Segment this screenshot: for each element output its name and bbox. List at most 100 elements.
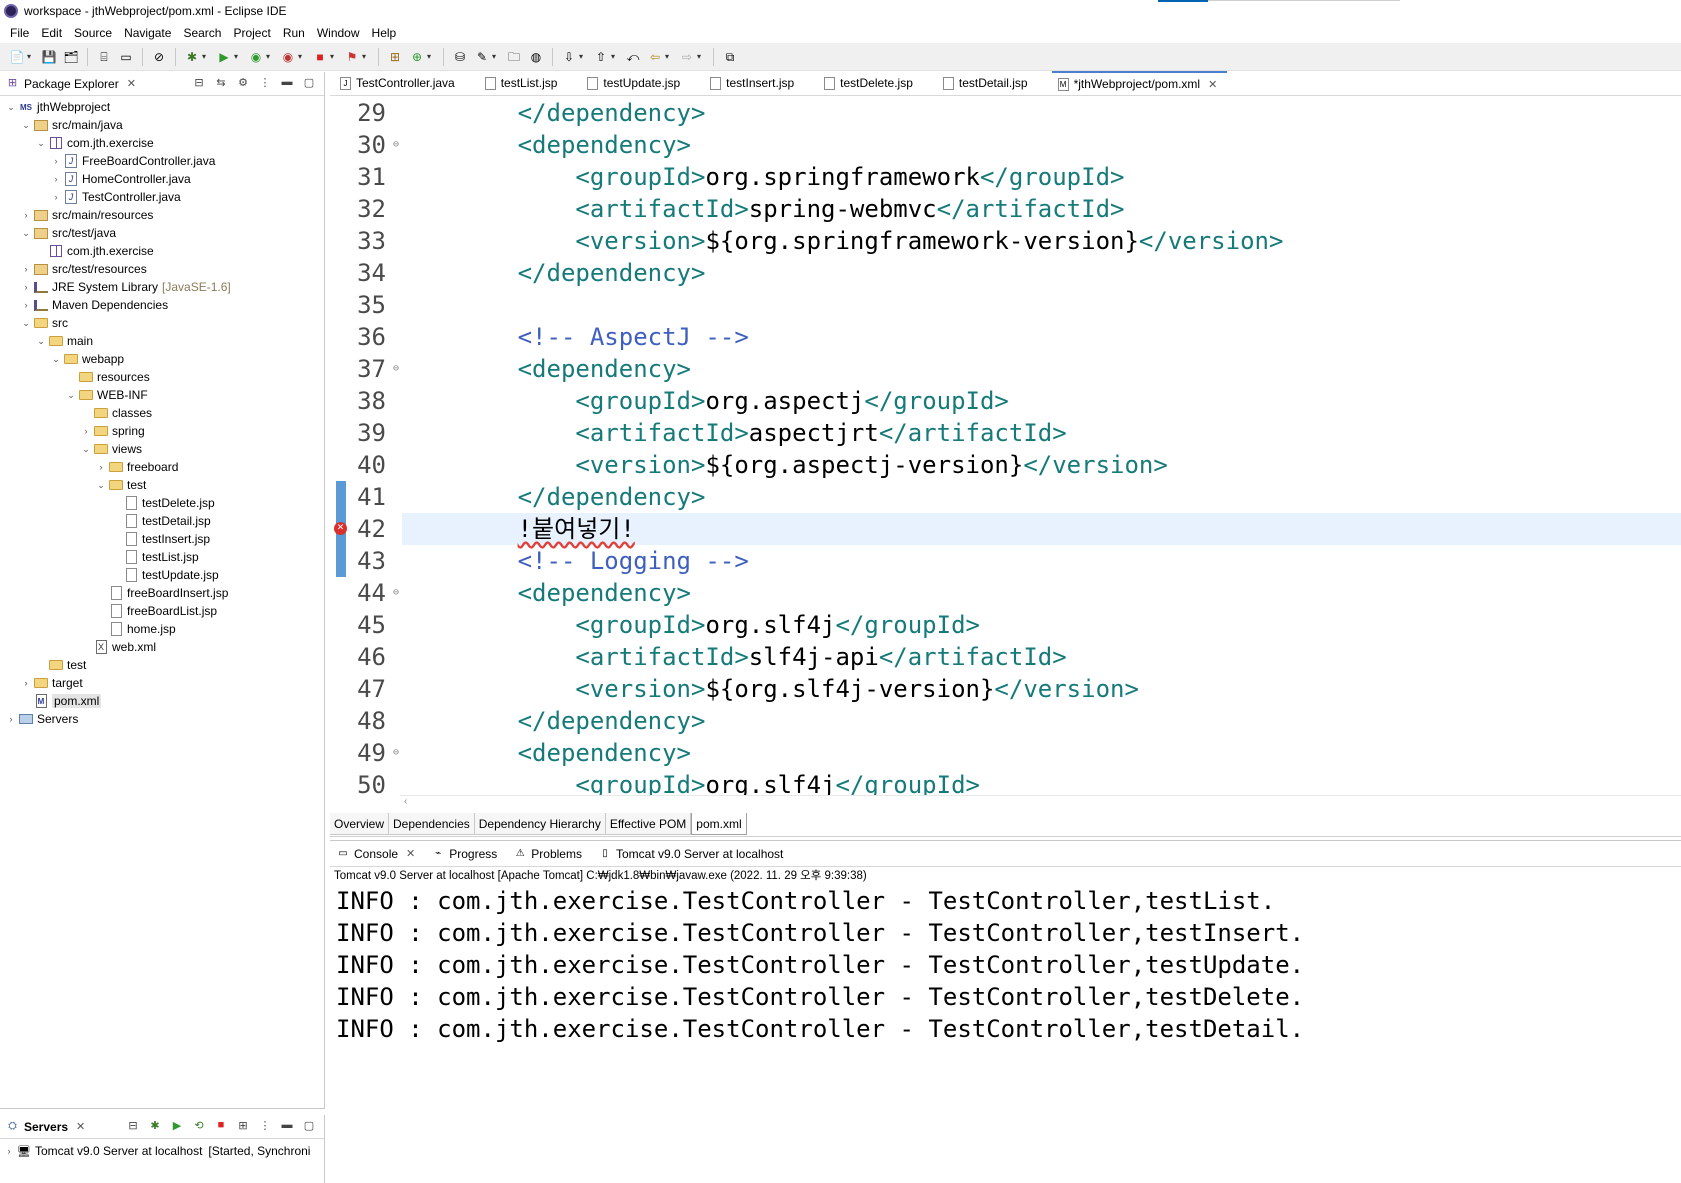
back-dropdown-icon[interactable]: ▾ [665, 52, 672, 61]
close-icon[interactable]: ✕ [127, 77, 136, 90]
maximize-icon[interactable]: ▢ [302, 76, 316, 89]
tree-item[interactable]: ⌄ test [0, 476, 324, 494]
editor-tab[interactable]: J TestController.java [334, 71, 465, 95]
minimize-icon[interactable]: ▬ [280, 76, 294, 89]
expand-chevron-icon[interactable]: › [49, 174, 63, 184]
coverage-dropdown-icon[interactable]: ▾ [266, 52, 273, 61]
collapse-chevron-icon[interactable]: ⌄ [79, 444, 93, 455]
code-line[interactable]: <!-- Logging --> [402, 545, 1681, 577]
profile-server-icon[interactable]: ⟲ [192, 1119, 206, 1132]
forward-icon[interactable]: ⇨ [679, 49, 695, 65]
previous-annotation-dropdown-icon[interactable]: ▾ [611, 52, 618, 61]
forward-dropdown-icon[interactable]: ▾ [697, 52, 704, 61]
fold-toggle-icon[interactable]: ⊖ [393, 577, 399, 609]
collapse-chevron-icon[interactable]: ⌄ [4, 102, 18, 113]
debug-icon[interactable]: ✱ [184, 49, 200, 65]
new-java-package-icon[interactable]: ⊞ [387, 49, 403, 65]
view-menu-icon[interactable]: ⋮ [258, 1119, 272, 1132]
tree-item[interactable]: › freeboard [0, 458, 324, 476]
tree-item[interactable]: testDetail.jsp [0, 512, 324, 530]
horizontal-scrollbar[interactable]: ‹ [400, 795, 1681, 809]
minimize-icon[interactable]: ▬ [280, 1119, 294, 1132]
collapse-chevron-icon[interactable]: ⌄ [34, 336, 48, 347]
code-line[interactable]: <!-- AspectJ --> [402, 321, 1681, 353]
tree-item[interactable]: testList.jsp [0, 548, 324, 566]
tree-item[interactable]: testDelete.jsp [0, 494, 324, 512]
editor-tab[interactable]: M *jthWebproject/pom.xml ✕ [1051, 71, 1228, 95]
tree-item[interactable]: ⌄ src [0, 314, 324, 332]
next-annotation-icon[interactable]: ⇩ [561, 49, 577, 65]
tree-item[interactable]: home.jsp [0, 620, 324, 638]
tree-item[interactable]: com.jth.exercise [0, 242, 324, 260]
edit-dropdown-icon[interactable]: ▾ [492, 52, 499, 61]
open-perspective-icon[interactable]: ⧉ [722, 49, 738, 65]
code-line[interactable]: </dependency> [402, 97, 1681, 129]
menu-search[interactable]: Search [177, 26, 227, 40]
collapse-all-icon[interactable]: ⊟ [192, 76, 206, 89]
pom-page-tab[interactable]: Effective POM [605, 813, 692, 835]
menu-window[interactable]: Window [311, 26, 366, 40]
code-line[interactable]: !붙여넣기! [402, 513, 1681, 545]
code-line[interactable]: <dependency> [402, 129, 1681, 161]
collapse-chevron-icon[interactable]: ⌄ [49, 354, 63, 365]
open-folder-icon[interactable]: 🗀 [506, 49, 522, 65]
code-line[interactable]: <version>${org.springframework-version}<… [402, 225, 1681, 257]
stop-dropdown-icon[interactable]: ▾ [330, 52, 337, 61]
code-line[interactable]: <groupId>org.slf4j</groupId> [402, 769, 1681, 795]
tree-item[interactable]: › spring [0, 422, 324, 440]
maximize-icon[interactable]: ▢ [302, 1119, 316, 1132]
tree-item[interactable]: › J FreeBoardController.java [0, 152, 324, 170]
tree-item[interactable]: ⌄ MS jthWebproject [0, 98, 324, 116]
tree-item[interactable]: testUpdate.jsp [0, 566, 324, 584]
console-toolbar-icon[interactable]: ▭ [118, 49, 134, 65]
launch-dropdown-icon[interactable]: ▾ [362, 52, 369, 61]
console-output[interactable]: INFO : com.jth.exercise.TestController -… [330, 885, 1681, 1045]
expand-chevron-icon[interactable]: › [19, 300, 33, 310]
code-line[interactable]: <artifactId>aspectjrt</artifactId> [402, 417, 1681, 449]
stop-icon[interactable]: ■ [312, 49, 328, 65]
menu-help[interactable]: Help [366, 26, 403, 40]
expand-chevron-icon[interactable]: › [19, 264, 33, 274]
globe-icon[interactable]: ◍ [528, 49, 544, 65]
pom-page-tab[interactable]: pom.xml [691, 813, 747, 835]
new-icon[interactable]: 📄 [9, 49, 25, 65]
tree-item[interactable]: resources [0, 368, 324, 386]
run-dropdown-icon[interactable]: ▾ [234, 52, 241, 61]
tree-item[interactable]: › Maven Dependencies [0, 296, 324, 314]
collapse-chevron-icon[interactable]: ⌄ [34, 138, 48, 149]
tree-item[interactable]: › src/main/resources [0, 206, 324, 224]
external-tools-icon[interactable]: ◉ [280, 49, 296, 65]
tree-item[interactable]: › JRE System Library [JavaSE-1.6] [0, 278, 324, 296]
tree-item[interactable]: freeBoardInsert.jsp [0, 584, 324, 602]
save-icon[interactable]: 💾 [41, 49, 57, 65]
back-icon[interactable]: ⇦ [647, 49, 663, 65]
open-task-icon[interactable]: ⛁ [452, 49, 468, 65]
pom-page-tab[interactable]: Dependencies [389, 813, 475, 835]
error-marker-icon[interactable]: ✕ [334, 522, 347, 535]
tree-item[interactable]: ⌄ main [0, 332, 324, 350]
collapse-chevron-icon[interactable]: ⌄ [19, 228, 33, 239]
skip-breakpoints-icon[interactable]: ⊘ [151, 49, 167, 65]
pom-page-tab[interactable]: Dependency Hierarchy [474, 813, 606, 835]
stop-server-icon[interactable]: ■ [214, 1119, 228, 1132]
tree-item[interactable]: Xweb.xml [0, 638, 324, 656]
expand-chevron-icon[interactable]: › [79, 426, 93, 436]
start-server-icon[interactable]: ▶ [170, 1119, 184, 1132]
code-line[interactable]: <version>${org.aspectj-version}</version… [402, 449, 1681, 481]
next-annotation-dropdown-icon[interactable]: ▾ [579, 52, 586, 61]
code-line[interactable]: </dependency> [402, 257, 1681, 289]
code-line[interactable]: </dependency> [402, 705, 1681, 737]
pom-page-tab[interactable]: Overview [330, 813, 390, 835]
tree-item[interactable]: ⌄ views [0, 440, 324, 458]
last-edit-location-icon[interactable]: ⤺ [625, 49, 641, 65]
previous-annotation-icon[interactable]: ⇧ [593, 49, 609, 65]
collapse-chevron-icon[interactable]: ⌄ [19, 318, 33, 329]
debug-server-icon[interactable]: ✱ [148, 1119, 162, 1132]
console-tab[interactable]: ⚠ Problems [513, 847, 582, 861]
tree-item[interactable]: freeBoardList.jsp [0, 602, 324, 620]
code-line[interactable]: <dependency> [402, 353, 1681, 385]
code-line[interactable]: <dependency> [402, 577, 1681, 609]
edit-icon[interactable]: ✎ [474, 49, 490, 65]
menu-run[interactable]: Run [277, 26, 311, 40]
save-all-icon[interactable]: 🗂 [63, 49, 79, 65]
